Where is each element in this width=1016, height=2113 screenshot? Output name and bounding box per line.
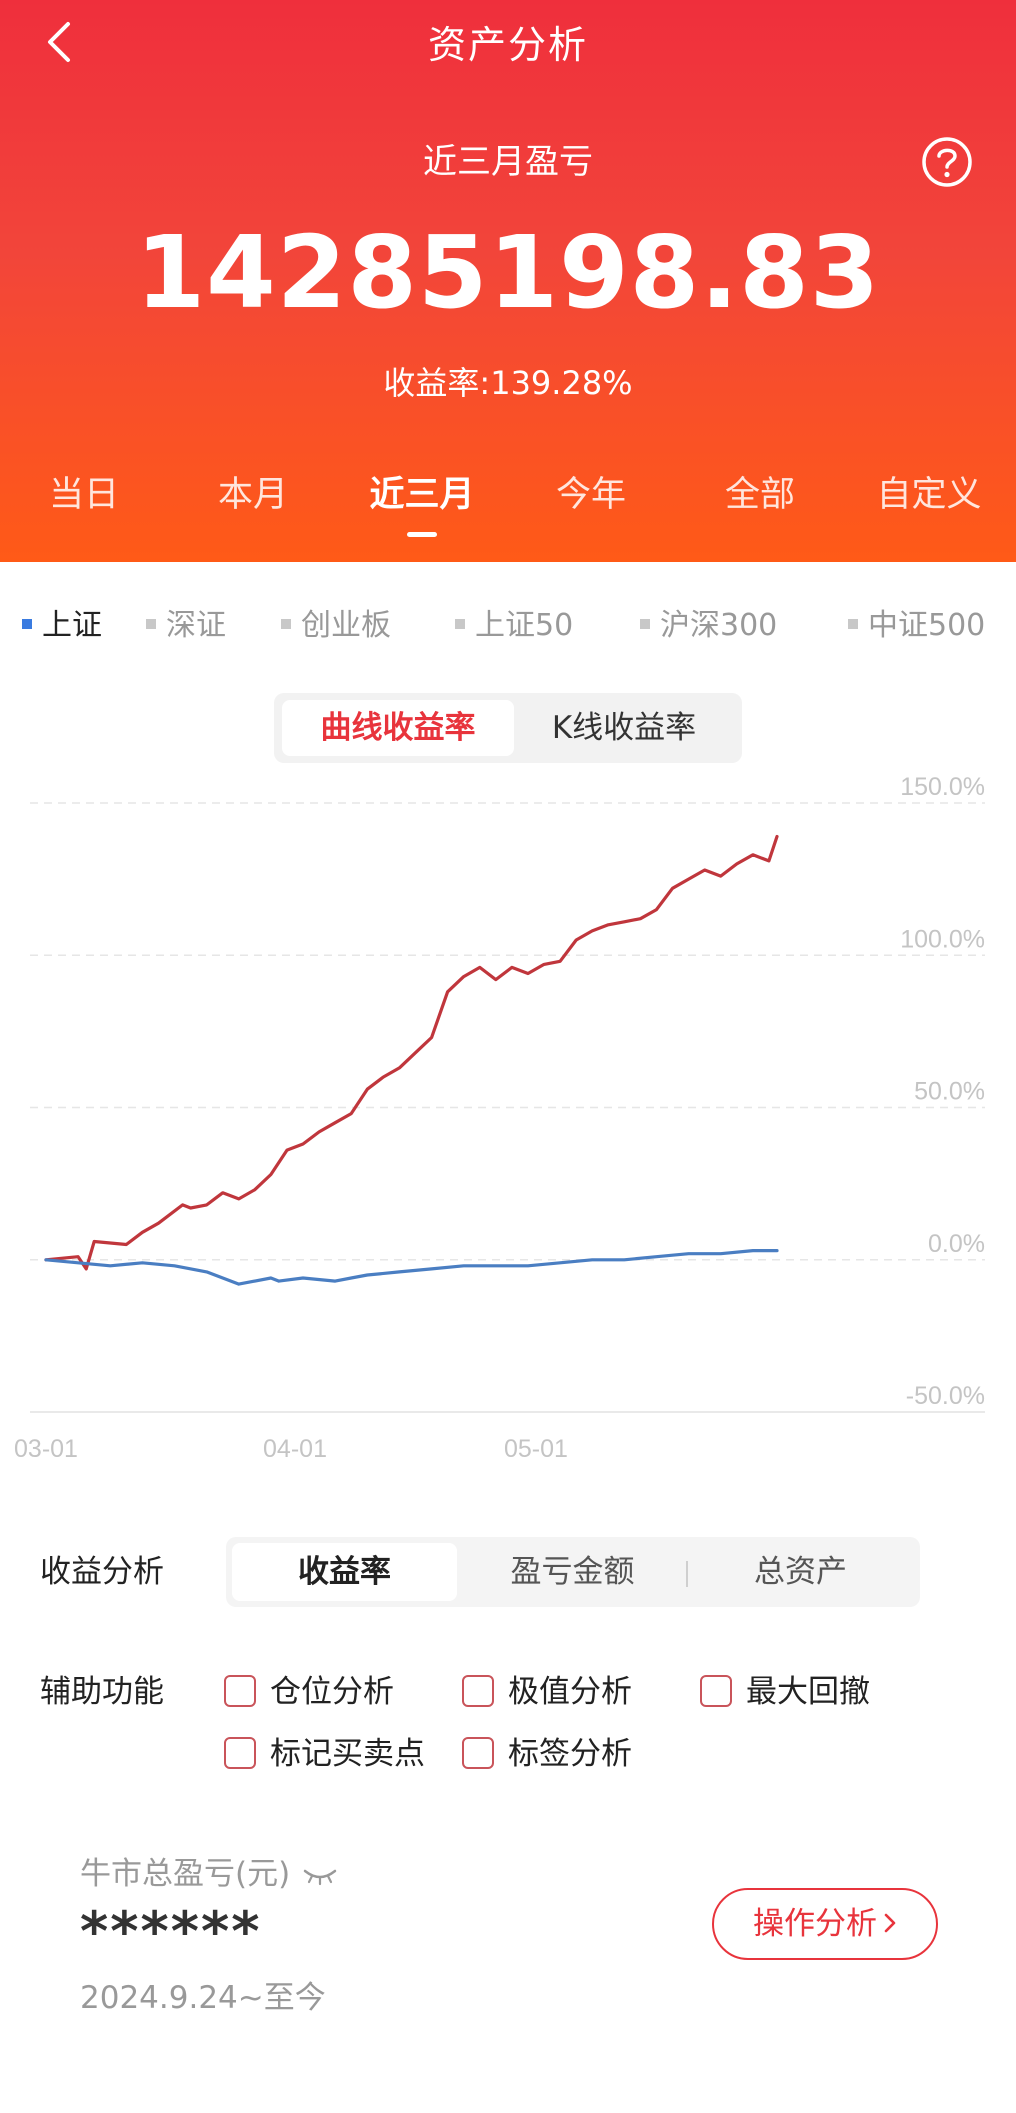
y-tick-label: 0.0%: [928, 1230, 985, 1258]
tab-this-month[interactable]: 本月: [168, 466, 338, 517]
checkbox-label: 标签分析: [508, 1736, 632, 1772]
checkbox-label: 标记买卖点: [270, 1736, 425, 1772]
checkbox-icon: [700, 1674, 732, 1707]
checkbox-label: 最大回撤: [746, 1674, 870, 1710]
x-tick-label: 03-01: [14, 1435, 78, 1463]
tab-three-months[interactable]: 近三月: [337, 466, 507, 537]
index-tab-csi300[interactable]: 沪深300: [640, 600, 777, 644]
legend-square-icon: [146, 618, 156, 629]
tab-custom[interactable]: 自定义: [844, 466, 1014, 517]
eye-closed-icon[interactable]: [302, 1866, 338, 1886]
account-return-line: [44, 834, 779, 1271]
checkbox-icon: [462, 1674, 494, 1707]
tab-all[interactable]: 全部: [675, 466, 845, 517]
return-rate: 收益率:139.28%: [0, 358, 1016, 404]
checkbox-icon: [224, 1736, 256, 1769]
index-tab-szse[interactable]: 深证: [146, 600, 226, 644]
nav-bar: 资产分析: [0, 0, 1016, 80]
period-pnl-label: 近三月盈亏: [423, 142, 593, 182]
index-tab-label: 上证: [42, 608, 102, 643]
bull-pnl-title-text: 牛市总盈亏(元): [80, 1856, 291, 1892]
y-tick-label: -50.0%: [906, 1382, 985, 1410]
bull-pnl-value: ******: [80, 1900, 262, 1963]
return-rate-value: 139.28%: [490, 364, 633, 402]
return-rate-label: 收益率:: [383, 364, 491, 402]
chevron-right-icon: [883, 1890, 897, 1958]
operation-analysis-label: 操作分析: [753, 1906, 877, 1942]
legend-square-icon: [281, 618, 291, 629]
return-chart-svg: 150.0% 100.0% 50.0% 0.0% -50.0% 03-01 04-01 05-…: [14, 773, 985, 1463]
index-return-line: [44, 1249, 779, 1286]
x-tick-label: 04-01: [263, 1435, 327, 1463]
index-tab-label: 创业板: [301, 608, 391, 643]
checkbox-icon: [462, 1736, 494, 1769]
legend-square-icon: [640, 618, 650, 629]
mark-trades-checkbox[interactable]: 标记买卖点: [224, 1728, 425, 1773]
analysis-metric-switch: 收益率 盈亏金额 总资产: [226, 1537, 920, 1607]
bull-pnl-title: 牛市总盈亏(元): [80, 1848, 338, 1893]
extreme-analysis-checkbox[interactable]: 极值分析: [462, 1666, 632, 1711]
y-tick-label: 100.0%: [900, 925, 985, 953]
legend-square-icon: [22, 618, 32, 629]
metric-total-assets[interactable]: 总资产: [688, 1543, 913, 1601]
chart-mode-switch: 曲线收益率 K线收益率: [274, 693, 742, 763]
index-tab-csi500[interactable]: 中证500: [848, 600, 985, 644]
index-tab-sse[interactable]: 上证: [22, 600, 102, 644]
return-chart: 150.0% 100.0% 50.0% 0.0% -50.0% 03-01 04-01 05-…: [0, 760, 1016, 1480]
position-analysis-checkbox[interactable]: 仓位分析: [224, 1666, 394, 1711]
total-pnl-value: 14285198.83: [135, 214, 881, 331]
metric-return-rate[interactable]: 收益率: [232, 1543, 457, 1601]
analysis-label: 收益分析: [40, 1554, 164, 1590]
max-drawdown-checkbox[interactable]: 最大回撤: [700, 1666, 870, 1711]
operation-analysis-button[interactable]: 操作分析: [712, 1888, 938, 1960]
checkbox-label: 仓位分析: [270, 1674, 394, 1710]
index-tab-sse50[interactable]: 上证50: [455, 600, 573, 644]
index-tab-label: 上证50: [475, 608, 574, 643]
x-tick-label: 05-01: [504, 1435, 568, 1463]
y-tick-label: 50.0%: [914, 1078, 985, 1106]
index-tab-label: 深证: [166, 608, 226, 643]
tag-analysis-checkbox[interactable]: 标签分析: [462, 1728, 632, 1773]
tab-today[interactable]: 当日: [0, 466, 169, 517]
index-tab-label: 中证500: [868, 608, 986, 643]
period-tabs: 当日 本月 近三月 今年 全部 自定义: [0, 466, 1016, 537]
page-title: 资产分析: [427, 23, 588, 67]
kline-return-tab[interactable]: K线收益率: [514, 700, 734, 756]
index-tabs: 上证 深证 创业板 上证50 沪深300 中证500: [0, 600, 1016, 650]
index-tab-chinext[interactable]: 创业板: [281, 600, 391, 644]
y-tick-label: 150.0%: [900, 773, 985, 801]
index-tab-label: 沪深300: [660, 608, 778, 643]
curve-return-tab[interactable]: 曲线收益率: [282, 700, 514, 756]
legend-square-icon: [455, 618, 465, 629]
metric-pnl-amount[interactable]: 盈亏金额: [460, 1543, 685, 1601]
aux-label: 辅助功能: [40, 1674, 164, 1710]
legend-square-icon: [848, 618, 858, 629]
checkbox-icon: [224, 1674, 256, 1707]
bull-date-range: 2024.9.24~至今: [80, 1980, 326, 2016]
summary-header: 资产分析 近三月盈亏 14285198.83 收益率:139.28% 当日 本月…: [0, 0, 1016, 562]
checkbox-label: 极值分析: [508, 1674, 632, 1710]
tab-this-year[interactable]: 今年: [506, 466, 676, 517]
